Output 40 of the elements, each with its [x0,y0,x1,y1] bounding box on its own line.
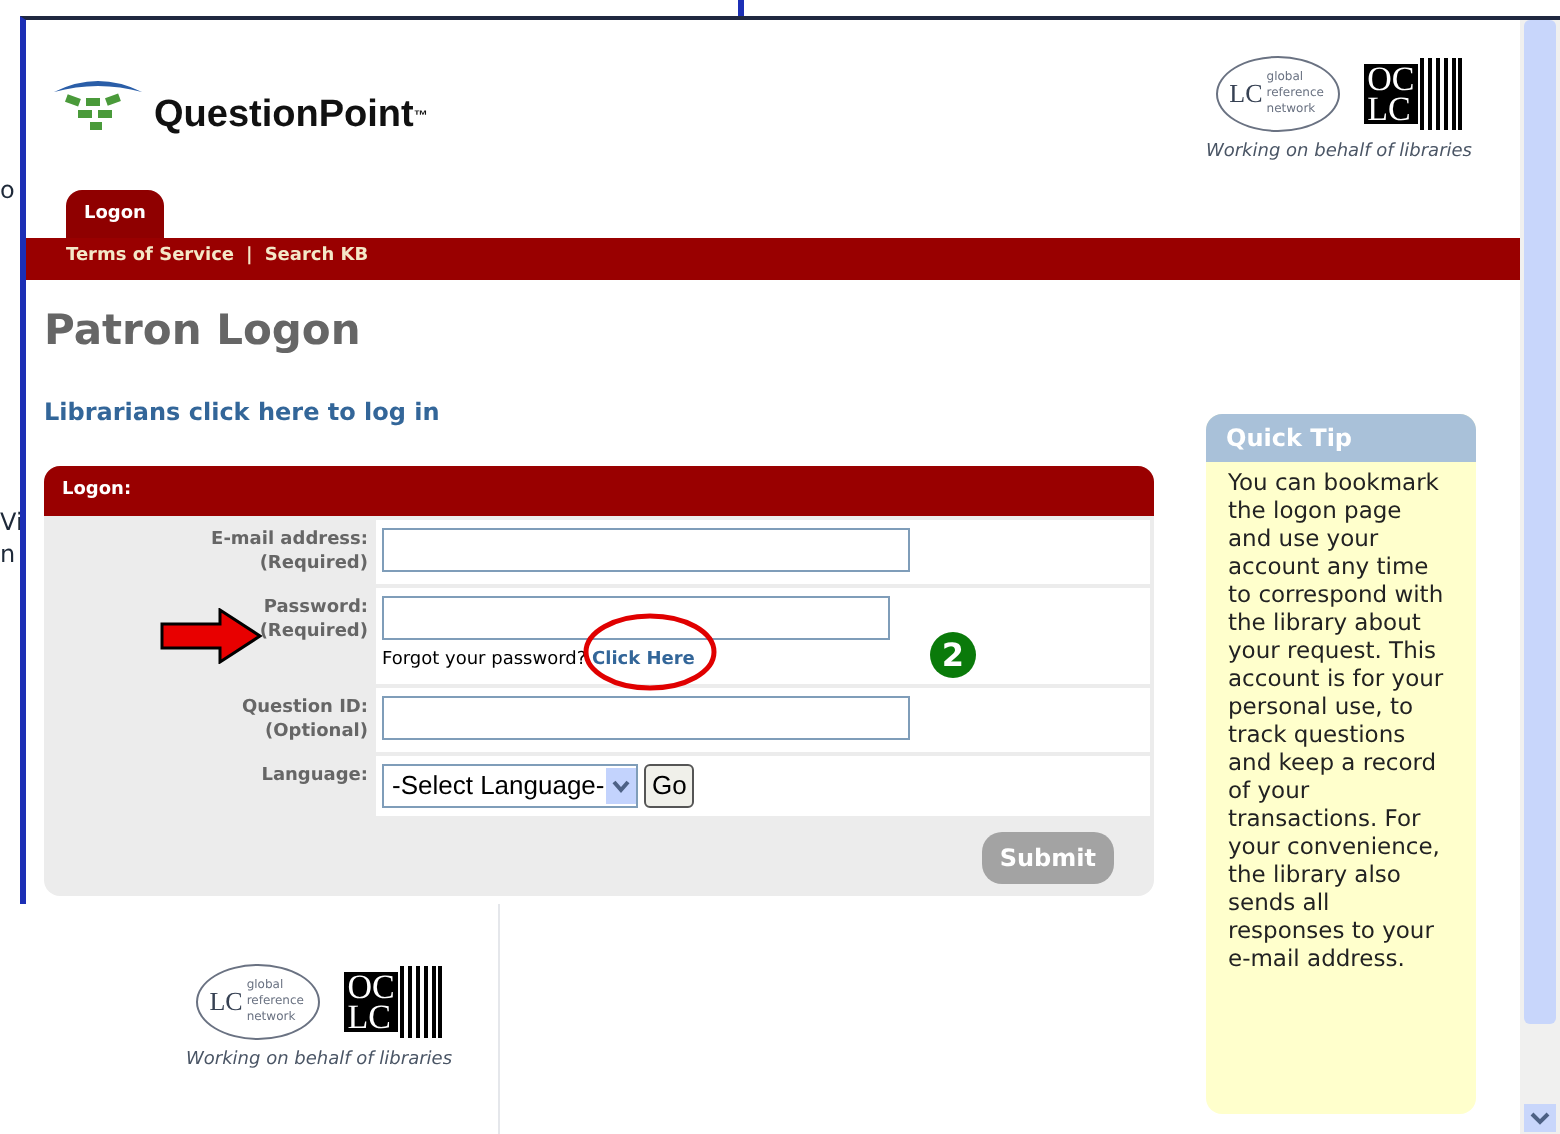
background-text: Vi [0,506,23,540]
logo-text: LC [209,984,243,1020]
quick-tip-title: Quick Tip [1206,413,1476,461]
tab[interactable]: Logon [66,190,164,237]
field-label: Language: [261,763,368,787]
input-field[interactable] [382,695,910,739]
field-note: (Required) [259,552,368,576]
field-label: Question ID: [241,695,368,719]
logo-text: OC [347,971,395,1002]
field-label: Password: [263,596,368,620]
arrow-icon [160,608,264,664]
scroll-down-icon[interactable] [1524,1104,1556,1132]
field-note: (Required) [259,620,368,644]
field-note: (Optional) [265,719,368,743]
logo-text: QuestionPoint$^{™}$ [154,92,428,140]
librarian-link[interactable]: Librarians click here to log in [44,394,1154,430]
field-label: E-mail address: [211,528,368,552]
input-field[interactable] [382,596,890,640]
dropdown-icon [606,767,636,803]
background-text: n [0,538,16,572]
logo-text: OC [1367,64,1415,94]
nav-separator: | [246,244,253,271]
scrollbar-thumb[interactable] [1524,20,1556,1024]
highlight-circle [582,612,718,692]
nav-link[interactable]: Search KB [264,244,369,272]
quick-tip-text: You can bookmark the logon page and use your account any time to correspond with the library about your request. This account is for your personal use, to track questions and keep a record of your transactions. For your convenience, the library also sends all responses to your e-mail address. [1226,465,1446,971]
nav-link[interactable]: Terms of Service [66,244,235,272]
logo-text: LC [347,1001,391,1032]
input-field[interactable] [382,528,910,572]
logo-text: LC [1367,94,1411,124]
logo-tagline: Working on behalf of libraries [1205,140,1472,166]
language-select[interactable]: -Select Language- [382,763,638,807]
logo-tagline: Working on behalf of libraries [185,1047,453,1074]
background-text: o [0,174,15,208]
panel-title: Logon: [44,466,1154,516]
page-title: Patron Logon [44,303,363,357]
go-button[interactable]: Go [644,763,695,807]
logo-text: LC [1229,76,1263,113]
help-link[interactable]: Click Here [592,650,695,670]
help-text: Forgot your password? Click Here [382,648,695,674]
